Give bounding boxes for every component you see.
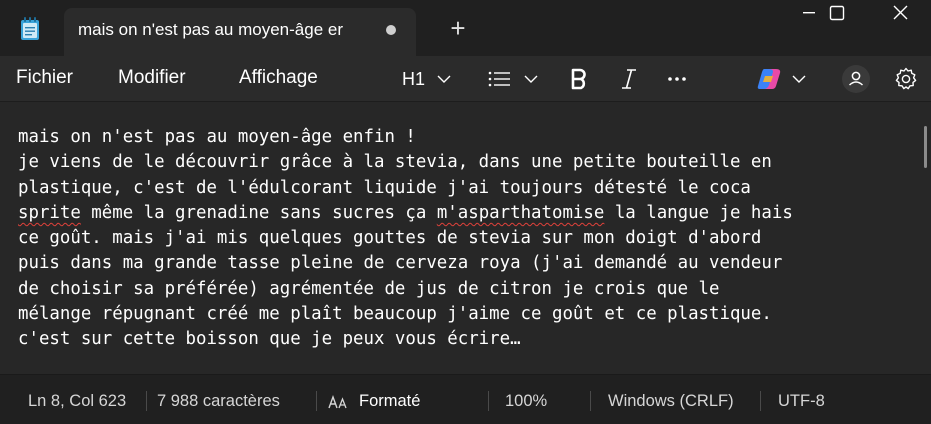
status-bar: Ln 8, Col 623 7 988 caractères Formaté 1… bbox=[0, 374, 931, 424]
chevron-down-icon bbox=[524, 75, 538, 83]
tab-title: mais on n'est pas au moyen-âge er bbox=[78, 20, 344, 39]
divider bbox=[590, 391, 591, 411]
menu-fichier[interactable]: Fichier bbox=[16, 67, 73, 89]
menu-affichage[interactable]: Affichage bbox=[239, 67, 318, 89]
copilot-icon bbox=[757, 69, 781, 89]
divider bbox=[146, 391, 147, 411]
misspelled-word[interactable]: sprite bbox=[18, 203, 81, 223]
more-button[interactable] bbox=[667, 64, 687, 94]
divider bbox=[316, 391, 317, 411]
maximize-button[interactable] bbox=[816, 0, 862, 28]
text-format-icon bbox=[328, 394, 347, 408]
account-icon bbox=[842, 65, 870, 93]
list-dropdown[interactable] bbox=[488, 64, 538, 94]
bold-button[interactable] bbox=[570, 64, 588, 94]
text-span: la langue je hais bbox=[604, 202, 793, 223]
text-line: mais on n'est pas au moyen-âge enfin ! bbox=[18, 127, 416, 147]
list-icon bbox=[488, 71, 510, 87]
title-bar: mais on n'est pas au moyen-âge er + bbox=[0, 0, 931, 56]
line-ending[interactable]: Windows (CRLF) bbox=[608, 392, 734, 411]
italic-icon bbox=[622, 69, 636, 89]
copilot-dropdown[interactable] bbox=[756, 64, 806, 94]
misspelled-word[interactable]: m'asparthatomise bbox=[437, 203, 605, 223]
text-line: puis dans ma grande tasse pleine de cerv… bbox=[18, 253, 783, 274]
text-line: mélange répugnant créé me plaît beaucoup… bbox=[18, 304, 772, 325]
new-tab-button[interactable]: + bbox=[446, 15, 470, 41]
text-line: c'est sur cette boisson que je peux vous… bbox=[18, 329, 521, 350]
text-line: ce goût. mais j'ai mis quelques gouttes … bbox=[18, 228, 762, 249]
gear-icon bbox=[895, 67, 917, 90]
bold-icon bbox=[571, 68, 586, 90]
format-label: Formaté bbox=[359, 392, 421, 410]
text-span: même la grenadine sans sucres ça bbox=[80, 202, 437, 223]
vertical-scrollbar[interactable] bbox=[924, 126, 927, 168]
heading-dropdown[interactable]: H1 bbox=[402, 64, 451, 94]
menu-modifier[interactable]: Modifier bbox=[118, 67, 186, 89]
encoding[interactable]: UTF-8 bbox=[778, 392, 825, 411]
format-toggle[interactable]: Formaté bbox=[328, 392, 420, 411]
more-icon bbox=[668, 77, 686, 81]
chevron-down-icon bbox=[792, 75, 806, 83]
chevron-down-icon bbox=[437, 75, 451, 83]
italic-button[interactable] bbox=[620, 64, 638, 94]
account-button[interactable] bbox=[841, 64, 871, 94]
close-button[interactable] bbox=[880, 0, 926, 28]
text-line: de choisir sa préférée) agrémentée de ju… bbox=[18, 278, 720, 299]
text-line: sprite même la grenadine sans sucres ça … bbox=[18, 201, 923, 226]
text-line: je viens de le découvrir grâce à la stev… bbox=[18, 152, 772, 173]
notepad-icon bbox=[21, 17, 39, 40]
settings-button[interactable] bbox=[894, 64, 918, 94]
character-count: 7 988 caractères bbox=[157, 392, 280, 410]
divider bbox=[760, 391, 761, 411]
cursor-position: Ln 8, Col 623 bbox=[28, 392, 127, 410]
menu-bar: Fichier Modifier Affichage H1 bbox=[0, 56, 931, 102]
unsaved-indicator-icon[interactable] bbox=[386, 25, 396, 35]
zoom-level[interactable]: 100% bbox=[505, 392, 547, 411]
text-line: plastique, c'est de l'édulcorant liquide… bbox=[18, 177, 751, 198]
editor-area[interactable]: mais on n'est pas au moyen-âge enfin ! je… bbox=[0, 102, 931, 374]
tab-document[interactable]: mais on n'est pas au moyen-âge er bbox=[64, 8, 416, 56]
document-text[interactable]: mais on n'est pas au moyen-âge enfin ! je… bbox=[18, 125, 923, 353]
divider bbox=[488, 391, 489, 411]
heading-label: H1 bbox=[402, 68, 426, 89]
